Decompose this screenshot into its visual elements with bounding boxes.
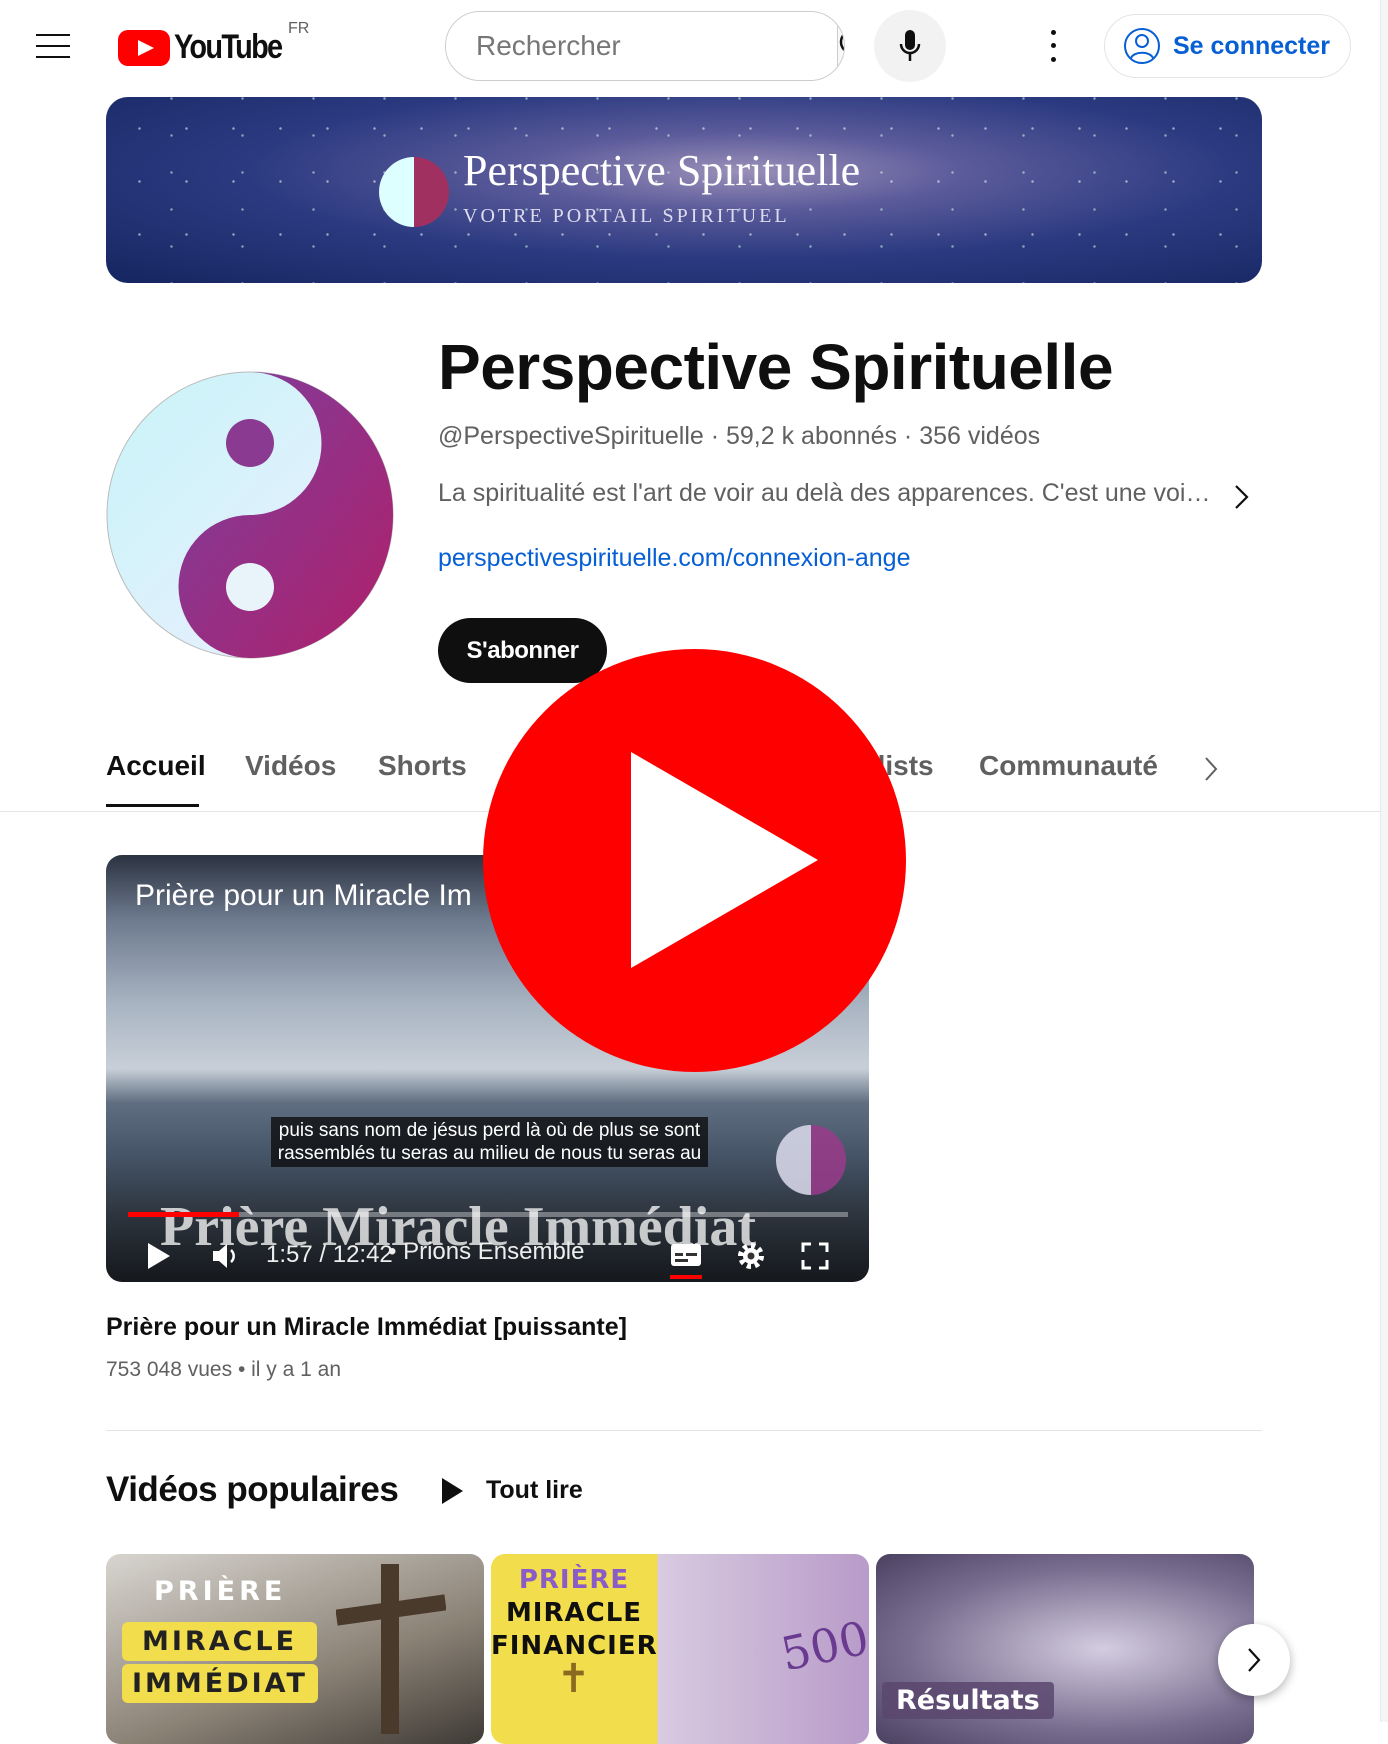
channel-watermark-logo[interactable] xyxy=(776,1125,846,1195)
youtube-play-icon xyxy=(118,29,170,66)
sign-in-button[interactable]: Se connecter xyxy=(1104,14,1351,78)
channel-meta: @PerspectiveSpirituelle · 59,2 k abonnés… xyxy=(438,422,1041,450)
play-icon xyxy=(442,1477,463,1504)
country-code: FR xyxy=(288,20,310,37)
channel-handle: @PerspectiveSpirituelle xyxy=(438,422,704,450)
search-bar xyxy=(445,11,845,81)
chevron-right-icon[interactable] xyxy=(1228,482,1254,512)
video-thumbnail[interactable]: PRIÈRE MIRACLE FINANCIER ✝ 500 xyxy=(491,1554,869,1744)
video-count: 356 vidéos xyxy=(919,422,1041,450)
menu-icon[interactable] xyxy=(36,32,70,60)
chevron-right-icon xyxy=(1248,1648,1261,1672)
featured-video-meta: 753 048 vues • il y a 1 an xyxy=(106,1358,342,1381)
channel-avatar xyxy=(106,371,394,659)
subscriber-count: 59,2 k abonnés xyxy=(726,422,897,450)
active-tab-indicator xyxy=(106,804,199,807)
play-icon[interactable] xyxy=(146,1241,172,1271)
cross-icon xyxy=(336,1564,446,1734)
voice-search-button[interactable] xyxy=(874,10,946,82)
chapter-title[interactable]: • Prions Ensemble xyxy=(388,1238,585,1266)
youtube-logo[interactable]: YouTube FR xyxy=(118,20,309,67)
player-title: Prière pour un Miracle Im xyxy=(135,879,472,912)
tab-accueil[interactable]: Accueil xyxy=(106,750,206,782)
section-divider xyxy=(106,1430,1262,1431)
banner-logo xyxy=(379,157,449,227)
featured-video-title[interactable]: Prière pour un Miracle Immédiat [puissan… xyxy=(106,1313,627,1342)
channel-description[interactable]: La spiritualité est l'art de voir au del… xyxy=(438,479,1210,508)
carousel-next-button[interactable] xyxy=(1218,1624,1290,1696)
scrollbar[interactable] xyxy=(1380,0,1388,1722)
channel-link[interactable]: perspectivespirituelle.com/connexion-ang… xyxy=(438,544,911,573)
channel-name: Perspective Spirituelle xyxy=(438,331,1114,403)
video-thumbnail[interactable]: Résultats xyxy=(876,1554,1254,1744)
more-options-icon[interactable] xyxy=(1040,26,1066,66)
section-heading: Vidéos populaires xyxy=(106,1470,399,1509)
channel-banner: Perspective Spirituelle VOTRE PORTAIL SP… xyxy=(106,97,1262,283)
video-time: 1:57 / 12:42 xyxy=(266,1241,393,1268)
large-play-overlay-icon[interactable] xyxy=(483,649,906,1072)
tab-shorts[interactable]: Shorts xyxy=(378,750,467,782)
tab-videos[interactable]: Vidéos xyxy=(245,750,336,782)
video-thumbnail[interactable]: PRIÈRE MIRACLE IMMÉDIAT xyxy=(106,1554,484,1744)
progress-bar[interactable] xyxy=(128,1212,848,1217)
subscribe-button[interactable]: S'abonner xyxy=(438,618,607,683)
subtitle-caption: puis sans nom de jésus perd là où de plu… xyxy=(271,1117,708,1167)
account-icon xyxy=(1124,28,1160,64)
microphone-icon xyxy=(899,30,921,61)
fullscreen-icon[interactable] xyxy=(800,1241,830,1271)
search-input[interactable] xyxy=(446,12,837,80)
search-button[interactable] xyxy=(837,12,844,80)
tab-communaute[interactable]: Communauté xyxy=(979,750,1158,782)
tabs-scroll-right-icon[interactable] xyxy=(1200,754,1222,784)
play-all-button[interactable]: Tout lire xyxy=(440,1476,583,1505)
subtitles-icon[interactable] xyxy=(670,1241,702,1281)
search-icon xyxy=(839,32,844,52)
settings-gear-icon[interactable] xyxy=(736,1241,766,1271)
volume-icon[interactable] xyxy=(210,1241,240,1271)
